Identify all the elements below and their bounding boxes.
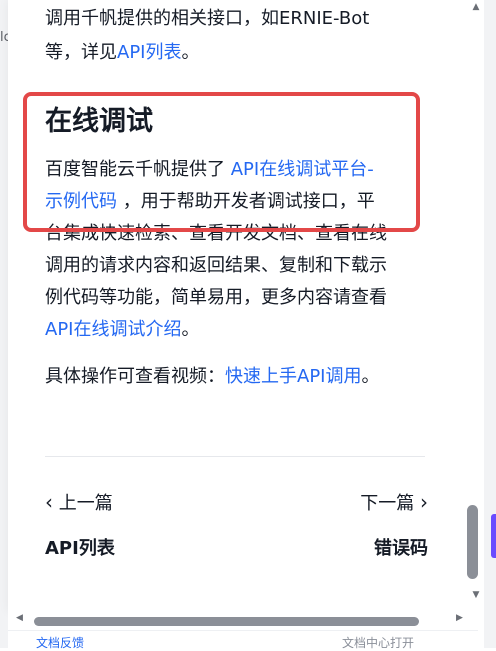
- horizontal-scrollbar-thumb[interactable]: [34, 617, 419, 626]
- debug-platform-link-part1[interactable]: API在线调试平台-: [231, 159, 374, 180]
- chevron-right-icon: ›: [420, 490, 428, 514]
- side-float-tab[interactable]: [491, 514, 496, 558]
- footer-feedback-link[interactable]: 文档反馈: [36, 634, 84, 651]
- scroll-left-arrow-icon[interactable]: ◀: [16, 613, 23, 623]
- debug-intro-link[interactable]: API在线调试介绍: [45, 319, 181, 340]
- prev-page-title-link[interactable]: API列表: [45, 534, 115, 560]
- background-panel-left: [0, 0, 8, 648]
- chevron-left-icon: ‹: [45, 490, 53, 514]
- paragraph-online-debug: 百度智能云千帆提供了 API在线调试平台- 示例代码 ，用于帮助开发者调试接口，…: [45, 159, 387, 340]
- vertical-scrollbar-thumb[interactable]: [467, 505, 478, 579]
- paragraph-video: 具体操作可查看视频：快速上手API调用。: [45, 366, 380, 387]
- next-page-button[interactable]: 下一篇 ›: [360, 489, 428, 515]
- quickstart-video-link[interactable]: 快速上手API调用: [225, 366, 361, 387]
- scroll-down-arrow-icon[interactable]: ▼: [468, 590, 484, 600]
- api-list-link[interactable]: API列表: [117, 42, 181, 63]
- debug-platform-link-part2[interactable]: 示例代码: [45, 191, 117, 212]
- pager-divider: [45, 456, 425, 457]
- paragraph-api-call: 调用千帆提供的相关接口，如ERNIE-Bot: [45, 8, 370, 29]
- prev-page-button[interactable]: ‹ 上一篇: [45, 489, 113, 515]
- next-page-title-link[interactable]: 错误码: [374, 534, 428, 560]
- doc-content: 调用千帆提供的相关接口，如ERNIE-Bot 等，详见API列表。 在线调试 百…: [8, 0, 468, 612]
- scroll-up-arrow-icon[interactable]: ▲: [468, 2, 484, 12]
- section-heading-online-debug: 在线调试: [45, 106, 153, 137]
- paragraph-api-list-ref: 等，详见API列表。: [45, 42, 200, 63]
- footer-open-link[interactable]: 文档中心打开: [342, 634, 414, 651]
- scroll-right-arrow-icon[interactable]: ▶: [456, 613, 463, 623]
